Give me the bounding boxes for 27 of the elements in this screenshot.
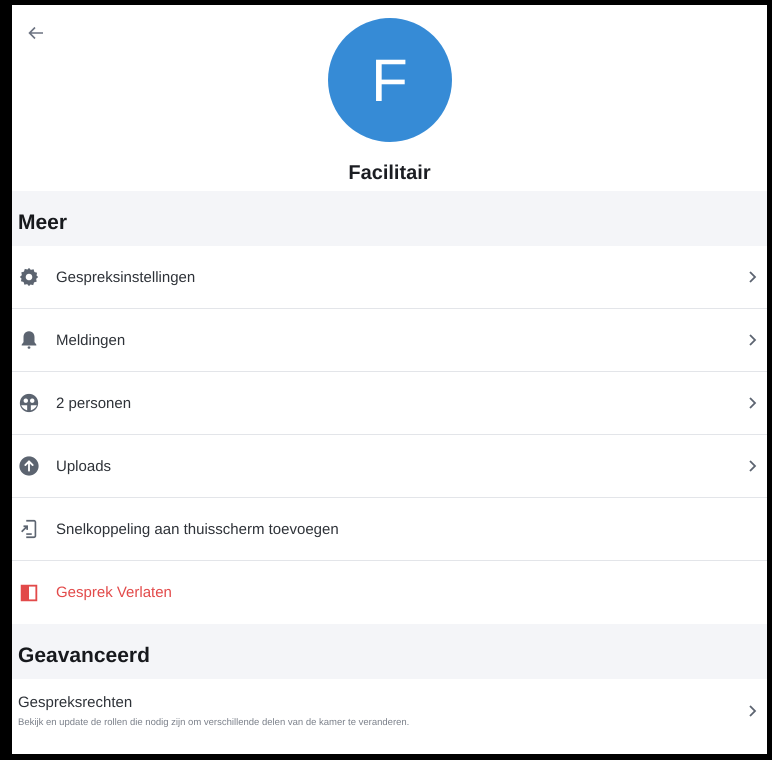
item-label: Gesprek Verlaten xyxy=(56,584,173,601)
menu-item[interactable]: Gespreksinstellingen xyxy=(12,246,767,309)
chevron-icon xyxy=(747,333,759,347)
gear-icon xyxy=(18,266,40,288)
item-label: Meldingen xyxy=(56,332,126,348)
room-title: Facilitair xyxy=(348,162,431,185)
item-label: Snelkoppeling aan thuisscherm toevoegen xyxy=(56,520,340,538)
chevron-icon xyxy=(747,704,759,718)
chevron-icon xyxy=(747,270,759,284)
item-label: Gespreksinstellingen xyxy=(56,268,196,286)
menu-item[interactable]: Gesprek Verlaten xyxy=(12,561,767,624)
item-label: Gespreksrechten xyxy=(18,694,134,710)
section-title: Geavanceerd xyxy=(18,644,150,668)
menu-item[interactable]: Meldingen xyxy=(12,309,767,372)
section-title: Meer xyxy=(18,210,68,234)
menu-item[interactable]: Gespreksrechten Bekijk en update de rollen die nodig zijn om verschillende delen van de kamer te veranderen. xyxy=(12,679,767,742)
item-label: Uploads xyxy=(56,458,112,474)
people-icon xyxy=(18,392,40,414)
item-description: Bekijk en update de rollen die nodig zijn om verschillende delen van de kamer te veranderen. xyxy=(18,716,410,728)
upload-icon xyxy=(18,455,40,477)
avatar: F xyxy=(328,18,452,142)
menu-item[interactable]: Snelkoppeling aan thuisscherm toevoegen xyxy=(12,498,767,561)
menu-item[interactable]: Uploads xyxy=(12,435,767,498)
menu-item[interactable]: 2 personen xyxy=(12,372,767,435)
item-label: 2 personen xyxy=(56,394,132,412)
chevron-icon xyxy=(747,459,759,473)
chevron-icon xyxy=(747,396,759,410)
